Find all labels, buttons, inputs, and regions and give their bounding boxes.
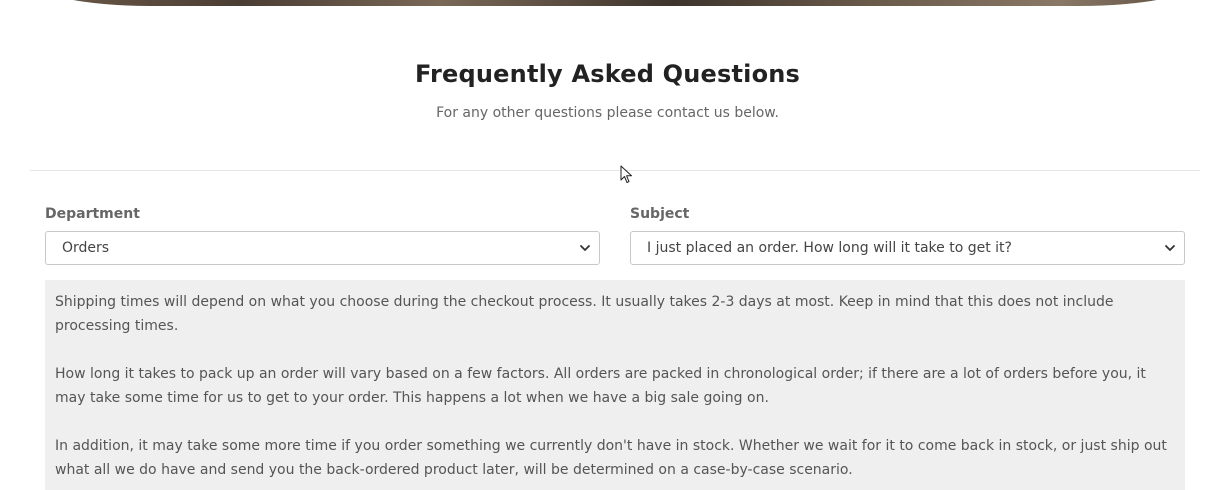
section-divider — [30, 170, 1200, 171]
subject-selected-value: I just placed an order. How long will it… — [647, 240, 1012, 256]
subject-select[interactable]: I just placed an order. How long will it… — [630, 231, 1185, 265]
answer-paragraph: How long it takes to pack up an order wi… — [55, 366, 1146, 406]
subject-label: Subject — [630, 206, 690, 222]
department-label: Department — [45, 206, 140, 222]
answer-paragraph: Shipping times will depend on what you c… — [55, 294, 1114, 334]
page-title: Frequently Asked Questions — [414, 60, 801, 88]
chevron-down-icon — [580, 245, 590, 251]
chevron-down-icon — [1165, 245, 1175, 251]
department-selected-value: Orders — [62, 240, 110, 256]
hero-image — [30, 0, 1200, 6]
department-select[interactable]: Orders — [45, 231, 600, 265]
mouse-pointer-icon — [620, 165, 632, 183]
hero-image-strip — [0, 0, 1215, 6]
page-subtitle: For any other questions please contact u… — [436, 105, 779, 121]
answer-panel: Shipping times will depend on what you c… — [45, 280, 1185, 490]
answer-paragraph: In addition, it may take some more time … — [55, 438, 1167, 478]
